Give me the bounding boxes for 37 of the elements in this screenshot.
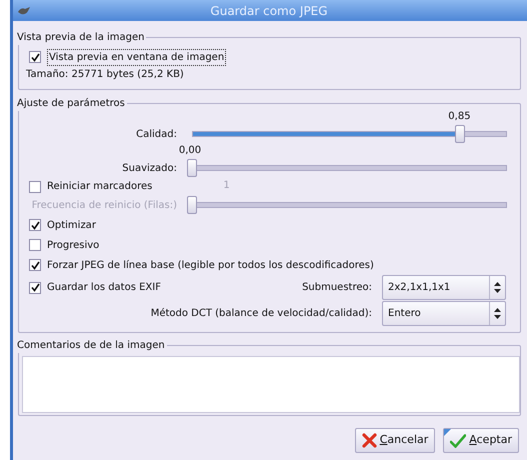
checkbox-label[interactable]: Guardar los datos EXIF <box>47 280 161 295</box>
app-icon <box>17 6 31 16</box>
accept-button[interactable]: Aceptar <box>443 428 519 453</box>
slider-label: Calidad: <box>135 128 178 142</box>
frame-title: Comentarios de de la imagen <box>17 338 167 353</box>
window-title: Guardar como JPEG <box>209 2 329 20</box>
checkbox-label[interactable]: Reiniciar marcadores <box>47 179 152 194</box>
frame-title: Ajuste de parámetros <box>17 96 127 111</box>
slider-label: Suavizado: <box>121 162 178 176</box>
checkbox[interactable] <box>29 180 41 192</box>
spin-arrows-icon <box>494 282 501 293</box>
combo-label: Método DCT (balance de velocidad/calidad): <box>150 306 372 320</box>
comment-field[interactable] <box>22 356 520 413</box>
checkbox-label[interactable]: Vista previa en ventana de imagen <box>47 48 226 66</box>
slider-value: 1 <box>223 179 230 193</box>
checkbox[interactable] <box>29 259 41 271</box>
size-text: Tamaño: 25771 bytes (25,2 KB) <box>26 68 185 82</box>
frame-title: Vista previa de la imagen <box>17 30 146 45</box>
dropdown[interactable]: Entero <box>382 300 506 326</box>
slider-label: Frecuencia de reinicio (Filas:) <box>30 198 178 212</box>
checkmark-icon <box>450 434 466 448</box>
checkbox[interactable] <box>29 282 41 294</box>
slider-thumb[interactable] <box>454 125 465 143</box>
checkbox-label[interactable]: Progresivo <box>47 238 100 252</box>
checkbox[interactable] <box>29 239 41 251</box>
spin-arrows-icon <box>494 308 501 318</box>
cross-icon <box>362 433 377 448</box>
checkbox-label[interactable]: Optimizar <box>47 218 96 232</box>
slider-value: 0,85 <box>448 110 471 124</box>
cancel-button[interactable]: Cancelar <box>354 428 436 453</box>
slider-thumb[interactable] <box>187 159 197 177</box>
checkbox[interactable] <box>29 219 41 231</box>
checkbox-label[interactable]: Forzar JPEG de línea base (legible por todos los descodificadores) <box>47 258 374 272</box>
combo-label: Submuestreo: <box>302 281 372 295</box>
dropdown[interactable]: 2x2,1x1,1x1 <box>382 275 506 300</box>
slider-value: 0,00 <box>178 144 202 158</box>
checkbox[interactable] <box>29 51 41 63</box>
